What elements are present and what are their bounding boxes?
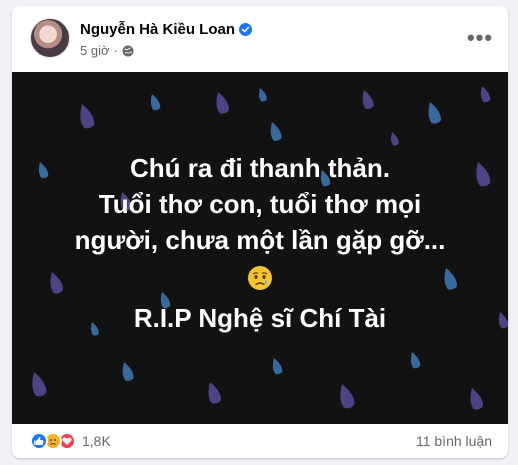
post-text-line-1: Chú ra đi thanh thản.: [130, 153, 390, 183]
raindrop: [259, 87, 267, 102]
post-image-text: Chú ra đi thanh thản. Tuổi thơ con, tuổi…: [12, 150, 508, 336]
raindrop: [270, 122, 282, 141]
reaction-count[interactable]: 1,8K: [82, 433, 111, 449]
raindrop: [150, 94, 161, 111]
meta-separator: ·: [113, 43, 118, 58]
raindrop: [428, 102, 441, 124]
author-name[interactable]: Nguyễn Hà Kiều Loan: [80, 21, 235, 38]
raindrop: [362, 89, 374, 109]
comment-count-link[interactable]: 11 bình luận: [416, 433, 492, 449]
like-icon: [30, 432, 48, 450]
more-options-button[interactable]: •••: [462, 24, 498, 52]
post-card: Nguyễn Hà Kiều Loan 5 giờ · ••• Chú ra đ…: [12, 6, 508, 458]
avatar[interactable]: [30, 18, 70, 58]
raindrop: [32, 372, 47, 397]
raindrop: [80, 104, 95, 129]
author-line: Nguyễn Hà Kiều Loan: [80, 21, 253, 38]
raindrop: [340, 384, 355, 409]
reactions-summary[interactable]: 1,8K: [30, 432, 111, 450]
raindrop: [391, 132, 399, 146]
post-meta: 5 giờ ·: [80, 43, 134, 58]
raindrop: [216, 92, 229, 114]
post-time[interactable]: 5 giờ: [80, 43, 110, 58]
globe-icon: [122, 45, 134, 57]
raindrop: [122, 362, 134, 381]
more-options-icon: •••: [466, 25, 494, 50]
raindrop: [272, 358, 283, 375]
post-header: Nguyễn Hà Kiều Loan 5 giờ · •••: [12, 6, 508, 72]
post-text-line-3: người, chưa một lần gặp gỡ...: [74, 225, 446, 255]
crying-face-icon: [247, 264, 273, 290]
raindrop: [470, 388, 483, 410]
emoji-line: [12, 260, 508, 296]
rip-line: R.I.P Nghệ sĩ Chí Tài: [133, 303, 387, 333]
raindrop: [480, 86, 491, 103]
post-text-line-2: Tuổi thơ con, tuổi thơ mọi: [98, 189, 422, 219]
post-footer: 1,8K 11 bình luận: [12, 424, 508, 458]
verified-badge-icon: [239, 23, 253, 36]
raindrop: [208, 382, 221, 404]
raindrop: [410, 352, 421, 369]
post-image[interactable]: Chú ra đi thanh thản. Tuổi thơ con, tuổi…: [12, 72, 508, 424]
